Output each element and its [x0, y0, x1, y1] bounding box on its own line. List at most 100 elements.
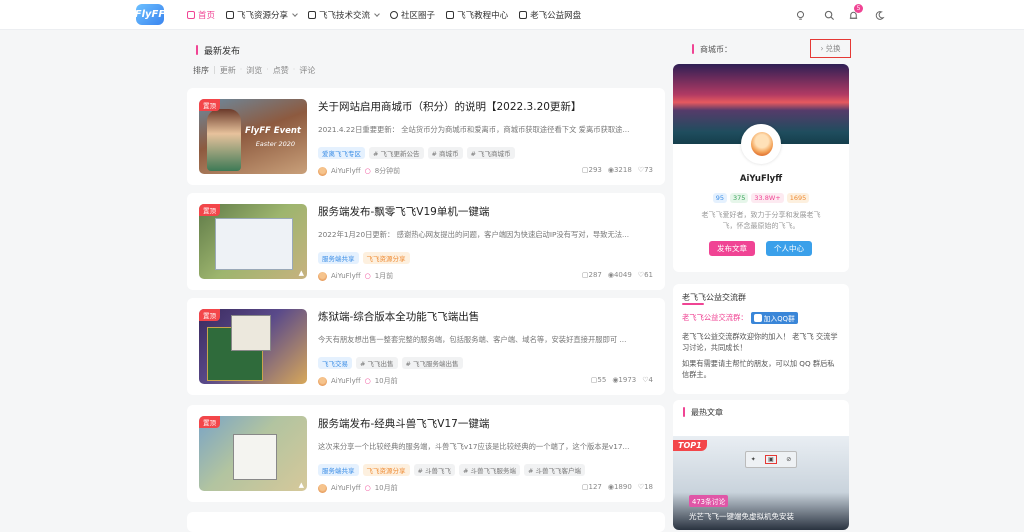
wrench-icon: [308, 11, 317, 19]
post-tag[interactable]: 服务端共享: [318, 252, 359, 264]
view-count: ◉3218: [607, 166, 632, 174]
chevron-down-icon: [374, 10, 380, 17]
post-thumbnail[interactable]: 置顶 ▲: [199, 416, 307, 491]
character-figure: [207, 109, 241, 171]
post-tag[interactable]: # 飞飞服务端出售: [401, 357, 463, 369]
post-tag[interactable]: # 飞飞商城币: [466, 147, 515, 159]
post-meta: AiYuFlyff ○ 10月前: [318, 376, 398, 386]
sort-update[interactable]: 更新: [220, 65, 236, 76]
share-icon: [226, 11, 235, 19]
avatar[interactable]: [318, 271, 327, 281]
nav-resources[interactable]: 飞飞资源分享: [226, 9, 298, 21]
sort-comments[interactable]: 评论: [299, 65, 315, 76]
comment-count: ▢293: [581, 166, 602, 174]
nav-netdisk[interactable]: 老飞公益网盘: [519, 9, 581, 21]
avatar[interactable]: [741, 124, 781, 164]
sort-bar: 排序 | 更新 · 浏览 · 点赞 · 评论: [193, 65, 316, 76]
view-count: ◉4049: [607, 271, 632, 279]
nav-community[interactable]: 社区圈子: [390, 9, 435, 21]
thumb-subcaption: Easter 2020: [255, 140, 295, 148]
post-thumbnail[interactable]: 置顶: [199, 309, 307, 384]
comment-count: ▢287: [581, 271, 602, 279]
post-tag[interactable]: 爱离飞飞专区: [318, 147, 365, 159]
post-title[interactable]: 服务端发布-经典斗兽飞飞V17一键端: [318, 416, 489, 431]
avatar[interactable]: [318, 166, 327, 176]
discussion-count-badge: 473条讨论: [689, 495, 729, 507]
bell-icon[interactable]: 5: [845, 4, 863, 23]
profile-stats: 95 375 33.8W+ 1695: [673, 193, 849, 203]
post-author[interactable]: AiYuFlyff: [331, 377, 361, 385]
post-tag[interactable]: # 商城币: [427, 147, 463, 159]
sort-label: 排序: [193, 66, 209, 75]
post-meta: AiYuFlyff ○ 1月前: [318, 271, 393, 281]
main-nav: 首页 飞飞资源分享 飞飞技术交流 社区圈子 飞飞教程中心 老飞公益网盘: [187, 0, 581, 30]
post-tag[interactable]: 服务端共享: [318, 464, 359, 476]
view-count: ◉1890: [607, 483, 632, 491]
post-thumbnail[interactable]: 置顶 ▲: [199, 204, 307, 279]
nav-tutorials[interactable]: 飞飞教程中心: [446, 9, 508, 21]
post-title[interactable]: 炼狱端-综合版本全功能飞飞端出售: [318, 309, 479, 324]
post-time: 1月前: [374, 272, 394, 280]
comment-count: ▢127: [581, 483, 602, 491]
view-count: ◉1973: [612, 376, 637, 384]
bulb-icon[interactable]: [792, 7, 808, 23]
hot-article-title[interactable]: 光芒飞飞一键端免虚拟机免安装: [689, 511, 794, 522]
search-icon[interactable]: [821, 7, 837, 23]
stat-popularity: 33.8W+: [751, 193, 784, 203]
post-title[interactable]: 关于网站启用商城币（积分）的说明【2022.3.20更新】: [318, 99, 581, 114]
publish-article-button[interactable]: 发布文章: [709, 241, 755, 256]
post-card[interactable]: 置顶 ▲ 服务端发布-经典斗兽飞飞V17一键端 这次来分享一个比较经典的服务端，…: [187, 405, 665, 502]
chat-icon: [390, 11, 399, 19]
post-tag[interactable]: # 斗兽飞飞: [413, 464, 456, 476]
post-title[interactable]: 服务端发布-飘零飞飞V19单机一键端: [318, 204, 489, 219]
sort-likes[interactable]: 点赞: [273, 65, 289, 76]
post-author[interactable]: AiYuFlyff: [331, 484, 361, 492]
post-tag[interactable]: # 斗兽飞飞服务端: [459, 464, 521, 476]
file-icon: [519, 11, 528, 19]
site-logo[interactable]: FlyFF: [135, 4, 165, 25]
post-tag[interactable]: 飞飞交易: [318, 357, 352, 369]
screenshot-window: [215, 218, 293, 270]
media-icon: ▲: [298, 481, 304, 489]
post-tag[interactable]: 飞飞资源分享: [362, 252, 410, 264]
post-tag[interactable]: # 飞飞出售: [356, 357, 398, 369]
avatar[interactable]: [318, 483, 327, 493]
media-icon: ▲: [298, 269, 304, 277]
post-card[interactable]: FlyFF Event Easter 2020 置顶 关于网站启用商城币（积分）…: [187, 88, 665, 185]
post-tag[interactable]: # 斗兽飞飞客户端: [524, 464, 586, 476]
join-qq-button[interactable]: 加入QQ群: [750, 312, 798, 324]
user-center-button[interactable]: 个人中心: [766, 241, 812, 256]
clock-icon: ○: [364, 272, 371, 280]
post-time: 10月前: [374, 377, 398, 385]
chevron-right-icon: ›: [820, 44, 824, 53]
nav-home[interactable]: 首页: [187, 9, 215, 21]
post-stats: ▢287 ◉4049 ♡61: [582, 271, 653, 279]
post-tag[interactable]: 飞飞资源分享: [362, 464, 410, 476]
coin-label: 商城币：: [692, 44, 732, 55]
moon-icon[interactable]: [871, 7, 887, 23]
post-card[interactable]: [187, 512, 665, 532]
post-author[interactable]: AiYuFlyff: [331, 167, 361, 175]
hot-title: 最热文章: [683, 407, 723, 418]
post-card[interactable]: 置顶 ▲ 服务端发布-飘零飞飞V19单机一键端 2022年1月20日更新： 感谢…: [187, 193, 665, 290]
group-label: 老飞飞公益交流群：: [682, 313, 748, 322]
post-excerpt: 2021.4.22日重要更新： 全站货币分为商城币和爱离币，商城币获取途径看下文…: [318, 125, 630, 134]
clock-icon: ○: [364, 484, 371, 492]
stat-likes: 1695: [786, 193, 810, 203]
post-tag[interactable]: # 飞飞更新公告: [369, 147, 424, 159]
monitor-icon: [446, 11, 455, 19]
notification-badge: 5: [854, 4, 863, 13]
post-author[interactable]: AiYuFlyff: [331, 272, 361, 280]
avatar[interactable]: [318, 376, 327, 386]
like-count: ♡61: [637, 271, 653, 279]
post-stats: ▢293 ◉3218 ♡73: [582, 166, 653, 174]
post-time: 10月前: [374, 484, 398, 492]
profile-name[interactable]: AiYuFlyff: [673, 174, 849, 184]
pinned-badge: 置顶: [199, 99, 220, 111]
post-thumbnail[interactable]: FlyFF Event Easter 2020 置顶: [199, 99, 307, 174]
nav-tech[interactable]: 飞飞技术交流: [308, 9, 380, 21]
chevron-down-icon: [292, 10, 298, 17]
post-card[interactable]: 置顶 炼狱端-综合版本全功能飞飞端出售 今天有朋友想出售一整套完整的服务端，包括…: [187, 298, 665, 395]
redeem-button[interactable]: › 兑换: [810, 39, 851, 58]
sort-views[interactable]: 浏览: [246, 65, 262, 76]
